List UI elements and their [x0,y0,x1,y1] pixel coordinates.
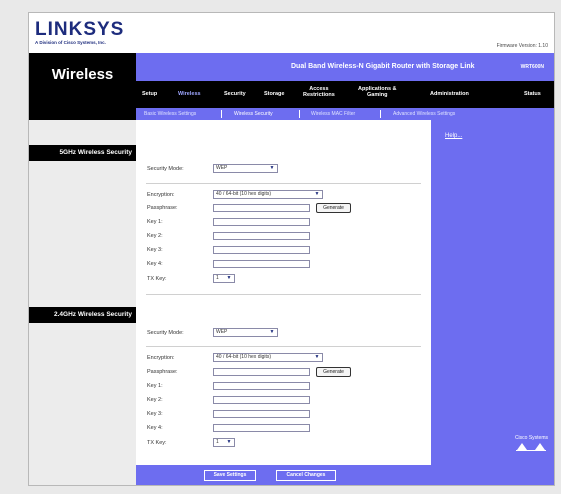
subnav-divider [299,110,300,118]
passphrase-label: Passphrase: [147,369,178,375]
tab-applications-gaming[interactable]: Applications & Gaming [358,86,397,98]
key4-input-5ghz[interactable] [213,260,310,268]
linksys-logo: LINKSYS [35,19,125,40]
generate-button-24ghz[interactable]: Generate [316,367,351,377]
divider [146,346,421,347]
key1-input-24ghz[interactable] [213,382,310,390]
router-admin-page: LINKSYS A Division of Cisco Systems, Inc… [28,12,555,486]
passphrase-input-24ghz[interactable] [213,368,310,376]
help-link[interactable]: Help... [445,133,462,139]
tab-apps-line2: Gaming [367,92,388,98]
key3-input-5ghz[interactable] [213,246,310,254]
security-mode-value: WEP [216,329,228,335]
left-column: 5GHz Wireless Security 2.4GHz Wireless S… [29,120,136,485]
key4-label: Key 4: [147,425,163,431]
txkey-select-5ghz[interactable]: 1 ▼ [213,274,235,283]
subtab-wireless-security[interactable]: Wireless Security [234,111,273,117]
security-mode-value: WEP [216,165,228,171]
key1-input-5ghz[interactable] [213,218,310,226]
security-mode-label: Security Mode: [147,166,184,172]
chevron-down-icon: ▼ [314,191,320,197]
encryption-select-24ghz[interactable]: 40 / 64-bit (10 hex digits) ▼ [213,353,323,362]
tab-setup[interactable]: Setup [142,91,157,97]
security-mode-select-24ghz[interactable]: WEP ▼ [213,328,278,337]
security-mode-label: Security Mode: [147,330,184,336]
tab-access-line2: Restrictions [303,92,335,98]
key1-label: Key 1: [147,219,163,225]
key3-label: Key 3: [147,247,163,253]
firmware-version: Firmware Version: 1.10 [496,43,548,49]
tab-storage[interactable]: Storage [264,91,284,97]
band-title-5ghz: 5GHz Wireless Security [29,145,136,161]
cisco-logo: Cisco Systems [515,435,548,453]
subtab-advanced-wireless[interactable]: Advanced Wireless Settings [393,111,455,117]
router-model: WRT600N [520,64,544,70]
chevron-down-icon: ▼ [226,275,232,281]
page-header: LINKSYS A Division of Cisco Systems, Inc… [29,13,554,53]
passphrase-input-5ghz[interactable] [213,204,310,212]
tab-security[interactable]: Security [224,91,246,97]
divider [146,183,421,184]
key3-label: Key 3: [147,411,163,417]
encryption-select-5ghz[interactable]: 40 / 64-bit (10 hex digits) ▼ [213,190,323,199]
chevron-down-icon: ▼ [314,354,320,360]
encryption-label: Encryption: [147,192,175,198]
subtab-mac-filter[interactable]: Wireless MAC Filter [311,111,355,117]
divider [146,294,421,295]
router-name: Dual Band Wireless-N Gigabit Router with… [291,63,475,70]
subtab-basic-wireless[interactable]: Basic Wireless Settings [144,111,196,117]
chevron-down-icon: ▼ [269,329,275,335]
help-column: Help... Cisco Systems [431,120,554,485]
subnav-divider [380,110,381,118]
txkey-select-24ghz[interactable]: 1 ▼ [213,438,235,447]
band-title-24ghz: 2.4GHz Wireless Security [29,307,136,323]
router-title-bar: Dual Band Wireless-N Gigabit Router with… [136,53,554,81]
tab-access-restrictions[interactable]: Access Restrictions [303,86,335,98]
txkey-value: 1 [216,439,219,445]
encryption-value: 40 / 64-bit (10 hex digits) [216,354,272,360]
encryption-value: 40 / 64-bit (10 hex digits) [216,191,272,197]
tab-status[interactable]: Status [524,91,541,97]
chevron-down-icon: ▼ [226,439,232,445]
cisco-bridge-icon [516,443,547,451]
txkey-label: TX Key: [147,276,167,282]
section-title: Wireless [51,66,114,83]
key4-input-24ghz[interactable] [213,424,310,432]
cancel-changes-button[interactable]: Cancel Changes [276,470,336,481]
key3-input-24ghz[interactable] [213,410,310,418]
key2-label: Key 2: [147,397,163,403]
tab-wireless[interactable]: Wireless [178,91,201,97]
subnav-divider [221,110,222,118]
main-nav: Setup Wireless Security Storage Access R… [136,81,554,108]
tab-administration[interactable]: Administration [430,91,469,97]
security-mode-select-5ghz[interactable]: WEP ▼ [213,164,278,173]
logo-subtitle: A Division of Cisco Systems, Inc. [35,40,106,45]
passphrase-label: Passphrase: [147,205,178,211]
key1-label: Key 1: [147,383,163,389]
encryption-label: Encryption: [147,355,175,361]
generate-button-5ghz[interactable]: Generate [316,203,351,213]
key2-input-5ghz[interactable] [213,232,310,240]
chevron-down-icon: ▼ [269,165,275,171]
txkey-value: 1 [216,275,219,281]
key4-label: Key 4: [147,261,163,267]
txkey-label: TX Key: [147,440,167,446]
save-settings-button[interactable]: Save Settings [204,470,256,481]
sub-nav: Basic Wireless Settings Wireless Securit… [136,108,554,120]
key2-input-24ghz[interactable] [213,396,310,404]
footer-bar: Save Settings Cancel Changes [136,465,431,485]
key2-label: Key 2: [147,233,163,239]
settings-panel: Security Mode: WEP ▼ Encryption: 40 / 64… [136,120,431,465]
